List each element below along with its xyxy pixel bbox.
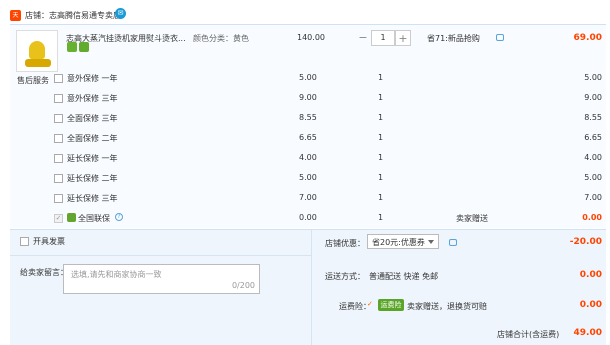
panel-divider-horizontal <box>10 255 311 256</box>
quantity-increase-button[interactable]: + <box>395 30 411 46</box>
quantity-input[interactable]: 1 <box>371 30 395 46</box>
service-total: 7.00 <box>584 193 602 202</box>
insurance-text: 卖家赠送，退换货可赔 <box>407 302 487 311</box>
service-price: 6.65 <box>299 133 317 142</box>
seven-day-return-icon <box>67 42 77 52</box>
service-row: 全面保修 二年 6.65 1 6.65 <box>0 131 610 151</box>
steamer-body-shape <box>29 41 45 59</box>
shop-discount-label: 店铺优惠： <box>325 239 365 248</box>
shop-subtotal-value: 49.00 <box>573 328 602 338</box>
service-price: 5.00 <box>299 73 317 82</box>
shop-subtotal-label: 店铺合计(含运费) <box>497 330 560 339</box>
shop-header: 天猫 店铺：志高腾信易通专卖店 ✉ <box>0 0 610 30</box>
product-attributes: 颜色分类：黄色 <box>193 34 249 43</box>
service-name[interactable]: 延长保修 三年 <box>67 193 118 204</box>
service-row: 意外保修 三年 9.00 1 9.00 <box>0 91 610 111</box>
service-quantity: 1 <box>378 193 384 202</box>
warranty-icon <box>67 213 76 222</box>
insurance-value: 0.00 <box>579 300 602 310</box>
unit-price: 140.00 <box>297 33 325 42</box>
seller-gift-label: 卖家赠送 <box>456 214 488 223</box>
service-checkbox[interactable] <box>54 194 63 203</box>
service-checkbox[interactable] <box>54 174 63 183</box>
service-name[interactable]: 延长保修 二年 <box>67 173 118 184</box>
discount-value: -20.00 <box>569 237 602 247</box>
service-total: 4.00 <box>584 153 602 162</box>
service-checkbox[interactable] <box>54 134 63 143</box>
service-total: 9.00 <box>584 93 602 102</box>
shipping-method: 普通配送 快递 免邮 <box>369 272 439 281</box>
service-price: 5.00 <box>299 173 317 182</box>
shop-name[interactable]: 店铺：志高腾信易通专卖店 <box>25 10 121 21</box>
service-row: 延长保修 二年 5.00 1 5.00 <box>0 171 610 191</box>
service-total: 5.00 <box>584 173 602 182</box>
service-name[interactable]: 意外保修 一年 <box>67 73 118 84</box>
service-price: 4.00 <box>299 153 317 162</box>
quantity-stepper[interactable]: − 1 + <box>355 30 413 46</box>
service-price: 7.00 <box>299 193 317 202</box>
item-total: 69.00 <box>573 33 602 43</box>
service-checkbox[interactable] <box>54 154 63 163</box>
service-total: 0.00 <box>582 213 602 222</box>
service-quantity: 1 <box>378 73 384 82</box>
service-price: 9.00 <box>299 93 317 102</box>
steamer-base-shape <box>25 59 51 67</box>
help-icon[interactable]: ? <box>115 213 123 221</box>
service-row: 延长保修 一年 4.00 1 4.00 <box>0 151 610 171</box>
coupon-selected-value: 省20元:优惠券 <box>372 238 425 247</box>
service-checkbox[interactable] <box>54 74 63 83</box>
promotion-text: 省71:新品抢购 <box>427 34 480 43</box>
service-quantity: 1 <box>378 173 384 182</box>
service-total: 6.65 <box>584 133 602 142</box>
service-checkbox[interactable] <box>54 114 63 123</box>
chevron-down-icon <box>428 240 434 244</box>
message-placeholder: 选填,请先和商家协商一致 <box>71 270 162 279</box>
wangwang-chat-icon[interactable]: ✉ <box>115 8 126 19</box>
service-name[interactable]: 全面保修 二年 <box>67 133 118 144</box>
service-name[interactable]: 意外保修 三年 <box>67 93 118 104</box>
service-name: 全国联保 <box>78 214 110 223</box>
message-char-count: 0/200 <box>231 281 255 290</box>
insurance-checkbox[interactable]: ✓ <box>367 301 375 309</box>
guarantee-icon <box>79 42 89 52</box>
service-row: 全面保修 三年 8.55 1 8.55 <box>0 111 610 131</box>
panel-divider-vertical <box>311 229 312 345</box>
service-total: 8.55 <box>584 113 602 122</box>
coupon-select[interactable]: 省20元:优惠券 <box>367 234 439 249</box>
service-price: 8.55 <box>299 113 317 122</box>
invoice-checkbox[interactable] <box>20 237 29 246</box>
service-row: 延长保修 三年 7.00 1 7.00 <box>0 191 610 211</box>
service-quantity: 1 <box>378 213 384 222</box>
service-name[interactable]: 延长保修 一年 <box>67 153 118 164</box>
service-name[interactable]: 全面保修 三年 <box>67 113 118 124</box>
shipping-label: 运送方式： <box>325 272 365 281</box>
service-quantity: 1 <box>378 93 384 102</box>
service-row-warranty: ✓ 全国联保 ? 0.00 1 卖家赠送 0.00 <box>0 211 610 231</box>
coupon-chat-icon[interactable] <box>449 239 457 246</box>
service-quantity: 1 <box>378 113 384 122</box>
service-price: 0.00 <box>299 213 317 222</box>
service-checkbox[interactable] <box>54 94 63 103</box>
quantity-decrease-button[interactable]: − <box>355 30 371 46</box>
service-quantity: 1 <box>378 133 384 142</box>
service-row: 意外保修 一年 5.00 1 5.00 <box>0 71 610 91</box>
invoice-label[interactable]: 开具发票 <box>33 236 65 247</box>
promotion-chat-icon[interactable] <box>496 34 504 41</box>
service-quantity: 1 <box>378 153 384 162</box>
service-total: 5.00 <box>584 73 602 82</box>
tmall-shop-icon: 天猫 <box>10 10 21 30</box>
service-checkbox-disabled: ✓ <box>54 214 63 223</box>
message-label: 给卖家留言： <box>20 268 68 277</box>
insurance-badge: 运费险 <box>378 299 404 311</box>
message-textarea[interactable]: 选填,请先和商家协商一致 0/200 <box>63 264 260 294</box>
shipping-fee: 0.00 <box>579 270 602 280</box>
product-thumbnail[interactable] <box>16 30 58 72</box>
